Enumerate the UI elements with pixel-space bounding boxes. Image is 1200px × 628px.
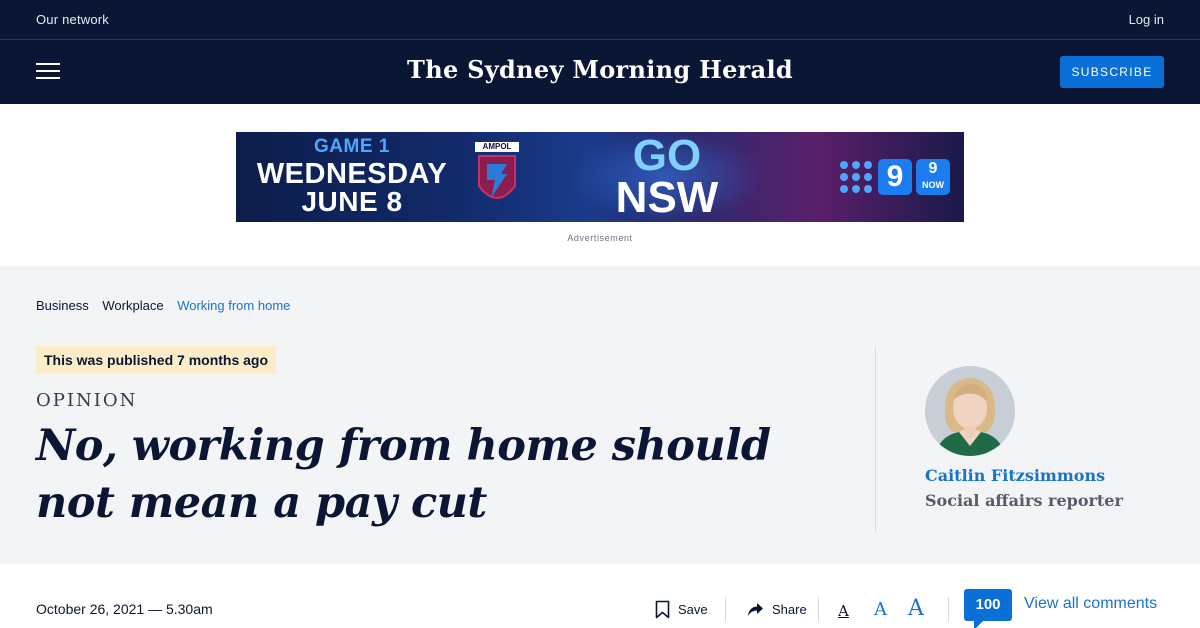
subscribe-button[interactable]: SUBSCRIBE [1060,56,1164,88]
advert-game-text: GAME 1 [314,136,390,157]
toolbar-separator [818,597,819,621]
ampol-tag: AMPOL [475,142,519,152]
our-network-link[interactable]: Our network [36,12,109,27]
author-role: Social affairs reporter [925,491,1123,510]
author-avatar[interactable] [925,366,1015,456]
article-toolbar: October 26, 2021 — 5.30am Save Share A A… [0,564,1200,628]
toolbar-separator [948,597,949,621]
article-kicker: OPINION [36,390,138,411]
font-size-small-button[interactable]: A [838,602,849,620]
masthead-bar: The Sydney Morning Herald SUBSCRIBE [0,40,1200,104]
breadcrumb-working-from-home[interactable]: Working from home [177,298,290,313]
article-headline: No, working from home should not mean a … [36,421,771,528]
nine-now-logo: 9 NOW [916,159,950,195]
published-notice: This was published 7 months ago [36,346,277,374]
login-link[interactable]: Log in [1129,12,1164,27]
breadcrumb: Business Workplace Working from home [36,298,300,313]
share-label: Share [772,601,807,617]
share-arrow-icon [748,602,763,616]
save-label: Save [678,601,708,617]
share-button[interactable]: Share [747,598,807,620]
font-size-medium-button[interactable]: A [874,599,887,620]
nine-logo-mark: 9 [878,159,912,195]
article-date: October 26, 2021 — 5.30am [36,601,213,617]
advert-date-text: JUNE 8 [301,186,403,217]
breadcrumb-workplace[interactable]: Workplace [102,298,163,313]
ampol-crest-logo: AMPOL [475,142,519,212]
slogan-go: GO [632,132,702,180]
slogan-nsw: NSW [615,173,719,222]
view-all-comments-link[interactable]: View all comments [1024,595,1157,613]
channel-nine-logo: 9 9 NOW [840,159,952,195]
comment-count-badge[interactable]: 100 [964,589,1012,628]
go-nsw-slogan: GO NSW [602,132,732,222]
article-header: Business Workplace Working from home Thi… [0,266,1200,564]
header-divider [875,347,876,532]
toolbar-separator [725,597,726,621]
advertisement-label: Advertisement [567,233,633,243]
network-bar: Our network Log in [0,0,1200,40]
breadcrumb-business[interactable]: Business [36,298,89,313]
save-button[interactable]: Save [655,598,708,620]
author-name-link[interactable]: Caitlin Fitzsimmons [925,466,1105,485]
font-size-large-button[interactable]: A [908,596,924,621]
advert-zone: GAME 1 WEDNESDAY JUNE 8 AMPOL GO NSW 9 9… [0,104,1200,266]
advert-banner[interactable]: GAME 1 WEDNESDAY JUNE 8 AMPOL GO NSW 9 9… [236,132,964,222]
bookmark-icon [655,600,670,618]
masthead-logo[interactable]: The Sydney Morning Herald [0,55,1200,84]
